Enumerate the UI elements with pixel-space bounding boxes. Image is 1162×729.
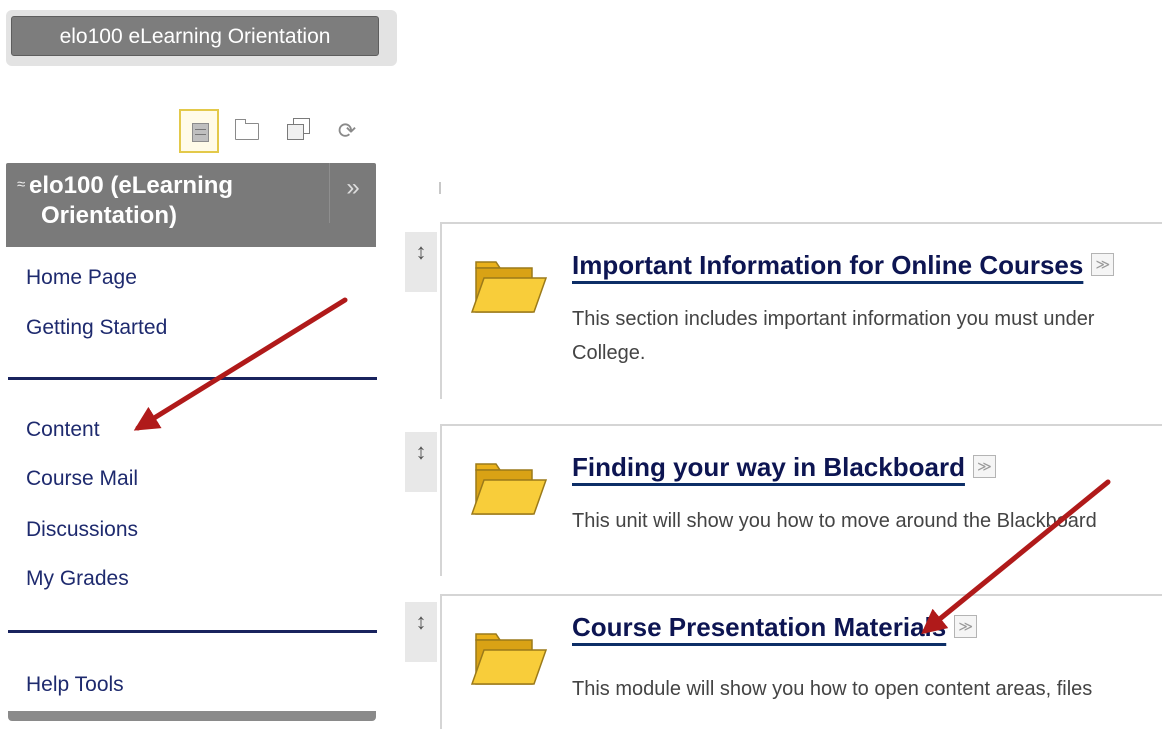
menu-link-help-tools[interactable]: Help Tools — [26, 673, 124, 697]
content-item-title[interactable]: Important Information for Online Courses… — [572, 250, 1115, 281]
content-item-title-text[interactable]: Important Information for Online Courses — [572, 250, 1083, 280]
menu-link-discussions[interactable]: Discussions — [26, 518, 138, 542]
menu-link-my-grades[interactable]: My Grades — [26, 567, 129, 591]
drag-handle-icon[interactable]: ↕ — [405, 602, 437, 662]
folder-icon — [470, 456, 548, 518]
course-menu-name-line2: Orientation) — [41, 202, 177, 229]
chevron-down-icon[interactable]: ≫ — [954, 614, 978, 638]
course-menu-name-line1: elo100 (eLearning — [29, 172, 234, 199]
menu-link-home-page[interactable]: Home Page — [26, 266, 137, 290]
folder-icon — [470, 626, 548, 688]
content-item-title[interactable]: Finding your way in Blackboard ≫ — [572, 452, 996, 483]
menu-link-content[interactable]: Content — [26, 418, 100, 442]
course-menu-header: ≈ elo100 (eLearning Orientation) » — [6, 163, 376, 247]
content-item: ↕ Course Presentation Materials ≫ This mo… — [405, 594, 1162, 729]
content-item-title[interactable]: Course Presentation Materials ≫ — [572, 612, 978, 643]
list-view-icon[interactable] — [179, 109, 219, 153]
drag-handle-icon[interactable]: ↕ — [405, 232, 437, 292]
folder-view-icon[interactable] — [230, 109, 270, 153]
content-item-description: This section includes important informat… — [572, 302, 1162, 370]
content-item-title-text[interactable]: Finding your way in Blackboard — [572, 452, 965, 482]
folder-icon — [470, 254, 548, 316]
collapse-icon[interactable]: ≈ — [17, 176, 25, 193]
content-item-description: This unit will show you how to move arou… — [572, 504, 1162, 538]
content-item-description-line: College. — [572, 342, 646, 364]
annotation-arrow — [133, 297, 348, 431]
course-title-button[interactable]: elo100 eLearning Orientation — [11, 16, 379, 56]
content-item-title-text[interactable]: Course Presentation Materials — [572, 612, 946, 642]
menu-link-getting-started[interactable]: Getting Started — [26, 316, 167, 340]
chevron-down-icon[interactable]: ≫ — [972, 454, 996, 478]
divider-tick — [439, 182, 441, 194]
menu-divider — [8, 377, 377, 380]
chevron-down-icon[interactable]: ≫ — [1091, 252, 1115, 276]
content-item-description-line: This unit will show you how to move arou… — [572, 510, 1097, 532]
window-icon[interactable] — [281, 109, 321, 153]
content-item-description: This module will show you how to open co… — [572, 672, 1162, 706]
menu-divider — [8, 630, 377, 633]
content-item: ↕ Important Information for Online Cours… — [405, 222, 1162, 399]
menu-link-course-mail[interactable]: Course Mail — [26, 467, 138, 491]
drag-handle-icon[interactable]: ↕ — [405, 432, 437, 492]
content-item: ↕ Finding your way in Blackboard ≫ This u… — [405, 424, 1162, 576]
refresh-icon[interactable]: ⟳ — [327, 109, 367, 153]
expand-menu-icon[interactable]: » — [329, 163, 376, 223]
content-item-description-line: This module will show you how to open co… — [572, 678, 1093, 700]
course-menu-name[interactable]: elo100 (eLearning Orientation) — [29, 171, 319, 231]
course-title-container: elo100 eLearning Orientation — [6, 10, 397, 66]
menu-bottom-bar — [8, 711, 376, 721]
content-item-description-line: This section includes important informat… — [572, 308, 1095, 330]
